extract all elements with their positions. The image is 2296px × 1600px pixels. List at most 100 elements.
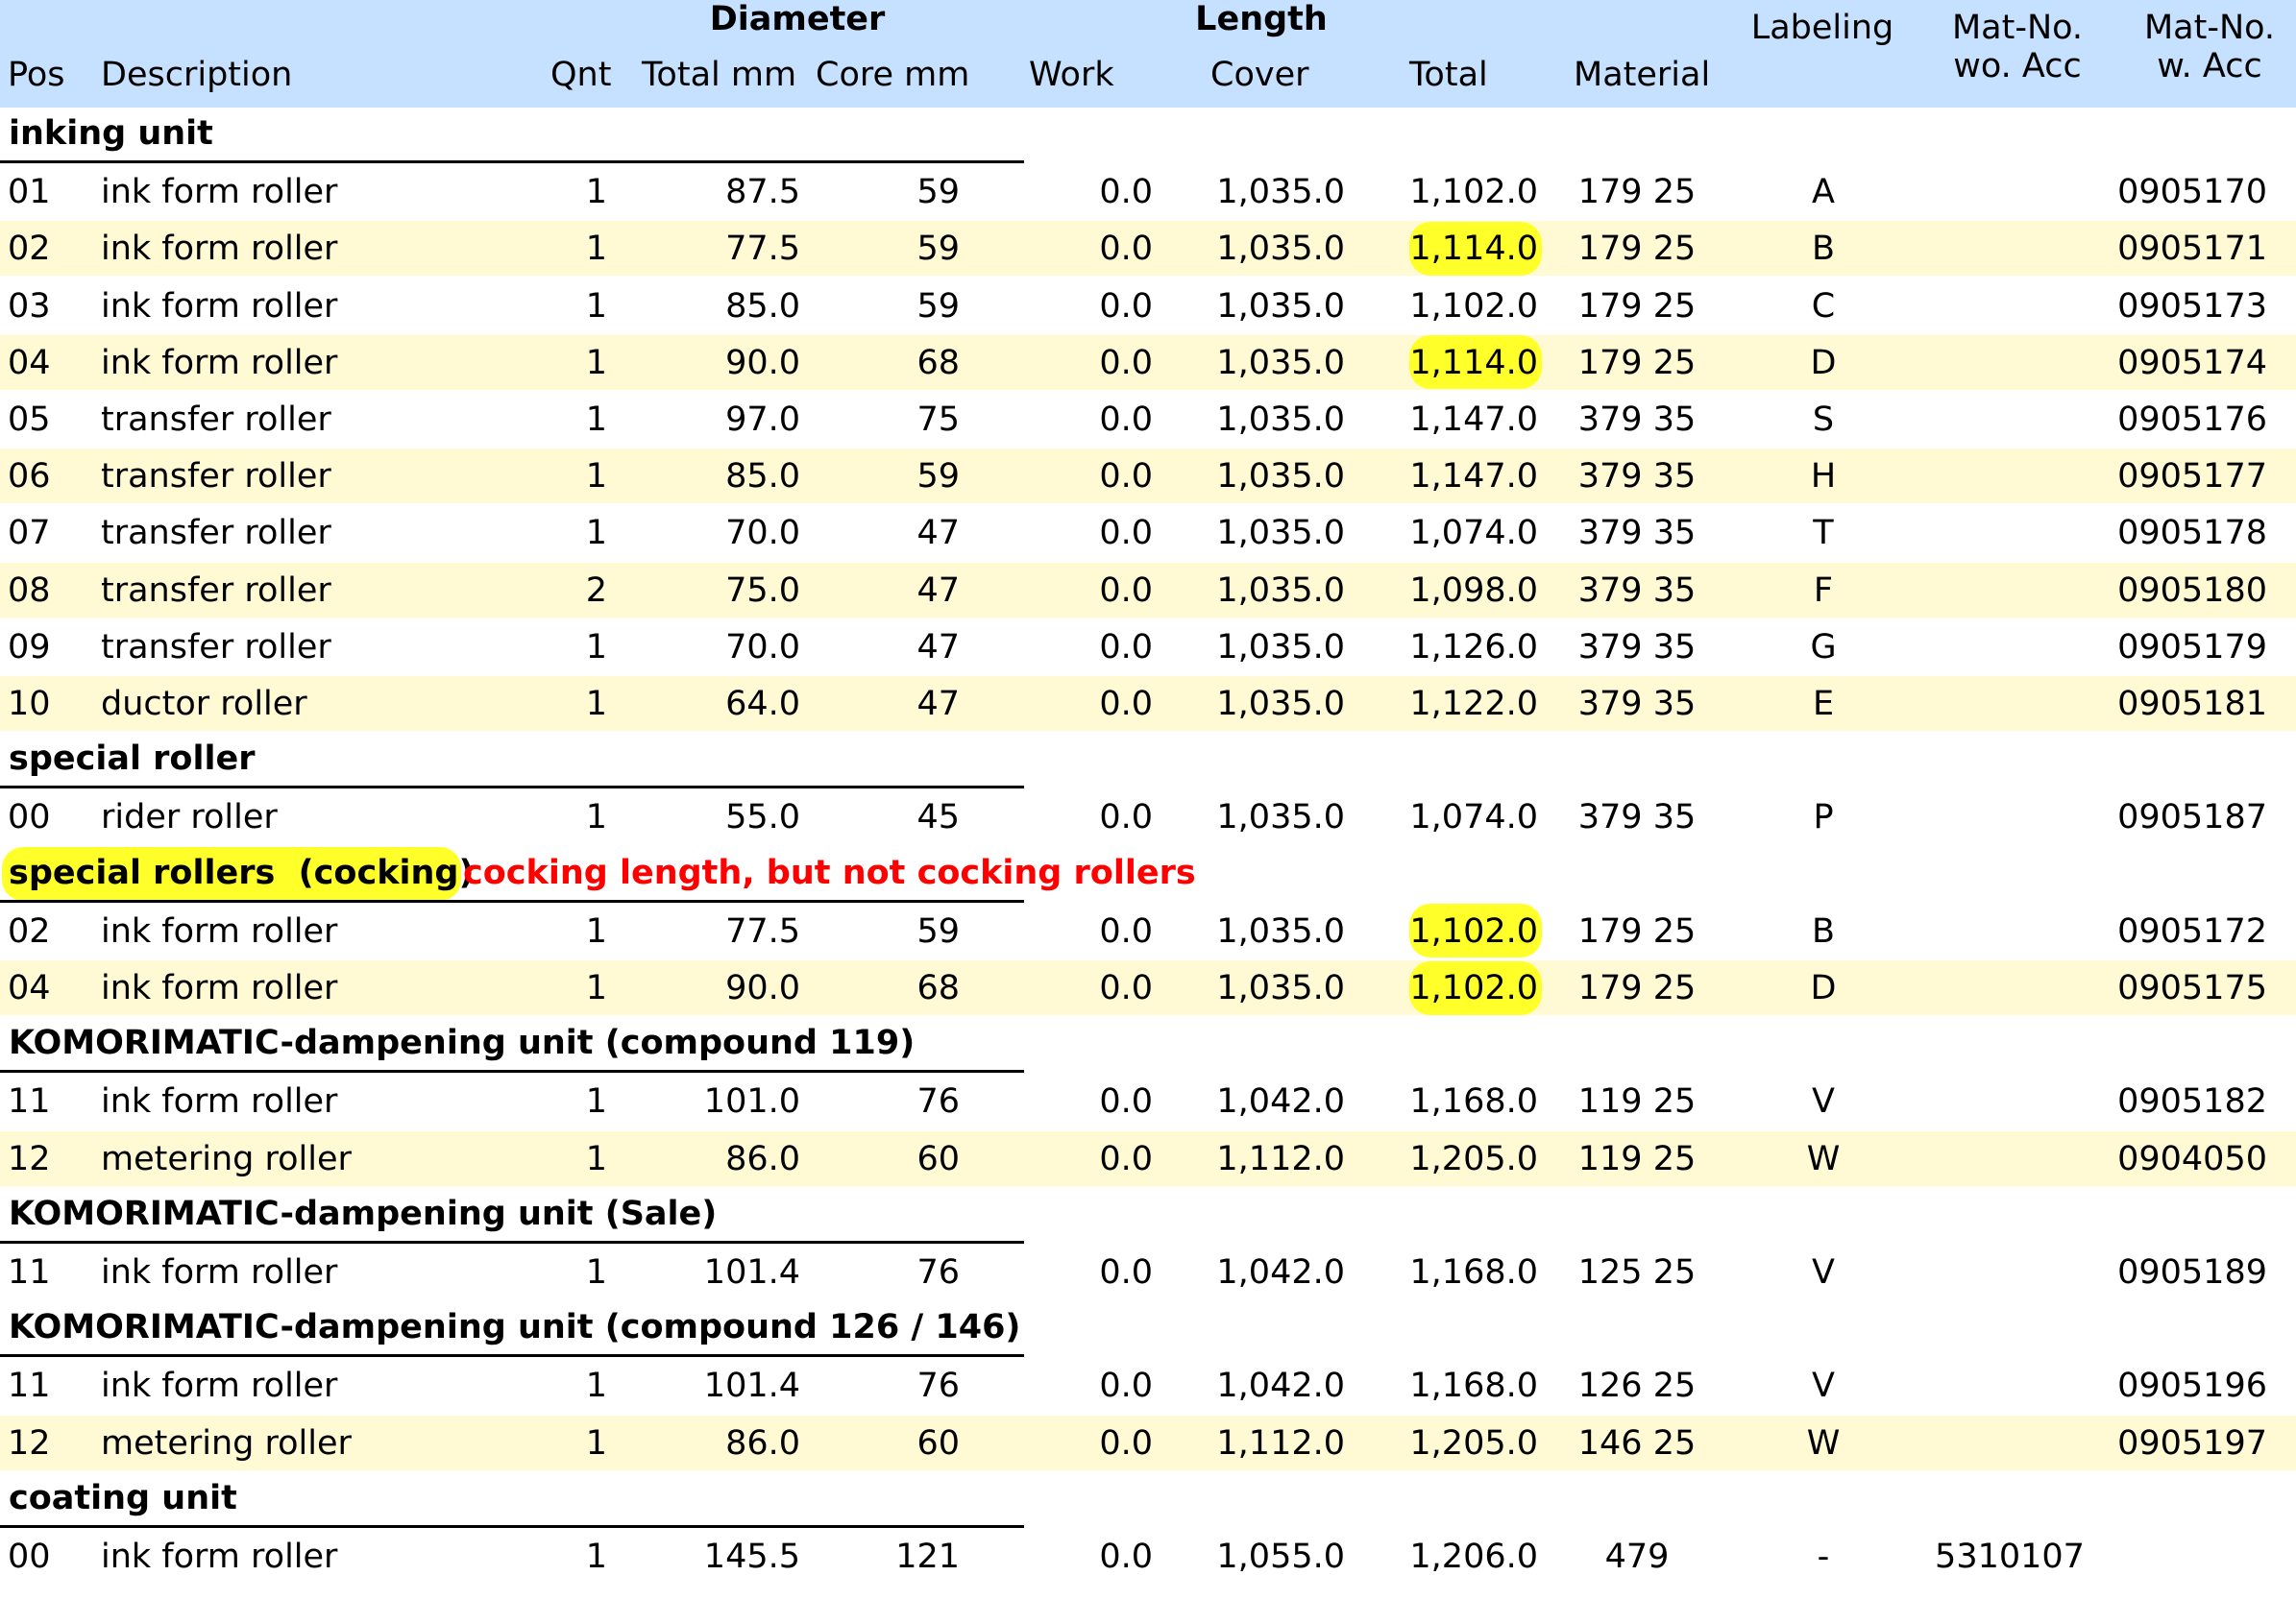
cell-matno-w-acc: 0905171 — [2117, 230, 2267, 269]
cell-material: 179 25 — [1577, 173, 1697, 212]
cell-description: ink form roller — [101, 969, 338, 1007]
cell-length-total: 1,147.0 — [1409, 457, 1538, 497]
cell-description: rider roller — [101, 798, 278, 837]
header-group-diameter: Diameter — [709, 0, 886, 38]
cell-matno-w-acc: 0905174 — [2117, 343, 2267, 382]
cell-pos: 06 — [8, 457, 51, 497]
section-divider — [0, 160, 1024, 164]
cell-labeling: V — [1812, 1367, 1835, 1406]
cell-pos: 04 — [8, 343, 51, 382]
cell-diameter-core: 47 — [916, 514, 960, 553]
cell-labeling: S — [1812, 400, 1835, 439]
cell-labeling: D — [1810, 343, 1837, 382]
cell-diameter-total: 86.0 — [725, 1139, 800, 1178]
cell-labeling: A — [1812, 173, 1835, 212]
cell-qnt: 1 — [585, 1253, 607, 1292]
cell-description: ink form roller — [101, 230, 338, 269]
cell-qnt: 1 — [585, 514, 607, 553]
cell-length-cover: 1,055.0 — [1216, 1538, 1345, 1576]
cell-material: 479 — [1604, 1538, 1670, 1576]
cell-length-work: 0.0 — [1099, 969, 1153, 1007]
cell-description: ductor roller — [101, 685, 307, 723]
section-title: KOMORIMATIC-dampening unit (compound 126… — [9, 1308, 1021, 1347]
roller-spec-sheet: Diameter Length Pos Description Qnt Tota… — [0, 0, 2296, 1600]
cell-description: ink form roller — [101, 1538, 338, 1576]
cell-material: 179 25 — [1577, 343, 1697, 382]
cell-labeling: C — [1811, 286, 1836, 326]
cell-description: metering roller — [101, 1423, 352, 1463]
cell-diameter-core: 59 — [916, 457, 960, 497]
cell-length-total: 1,205.0 — [1409, 1139, 1538, 1178]
cell-material: 179 25 — [1577, 230, 1697, 269]
header-length-total: Total — [1409, 56, 1488, 94]
cell-pos: 05 — [8, 400, 51, 439]
cell-length-cover: 1,035.0 — [1216, 457, 1345, 497]
header-matno-w-line2: w. Acc — [2157, 47, 2262, 85]
cell-diameter-total: 77.5 — [725, 911, 800, 951]
cell-length-total: 1,114.0 — [1409, 343, 1538, 382]
cell-diameter-total: 85.0 — [725, 457, 800, 497]
header-group-length: Length — [1195, 0, 1328, 38]
section-note: cocking length, but not cocking rollers — [463, 853, 1196, 892]
cell-matno-w-acc: 0905182 — [2117, 1082, 2267, 1122]
cell-matno-wo-acc: 5310107 — [1935, 1538, 2085, 1576]
cell-diameter-total: 101.0 — [703, 1082, 800, 1122]
cell-length-work: 0.0 — [1099, 400, 1153, 439]
cell-labeling: H — [1810, 457, 1837, 497]
cell-diameter-total: 75.0 — [725, 570, 800, 610]
cell-matno-w-acc: 0905176 — [2117, 400, 2267, 439]
cell-material: 379 35 — [1577, 457, 1697, 497]
cell-diameter-core: 59 — [916, 911, 960, 951]
cell-material: 379 35 — [1577, 570, 1697, 610]
cell-length-cover: 1,112.0 — [1216, 1139, 1345, 1178]
section-title: inking unit — [9, 114, 213, 153]
cell-length-cover: 1,035.0 — [1216, 798, 1345, 837]
cell-labeling: W — [1806, 1139, 1841, 1178]
cell-labeling: V — [1812, 1082, 1835, 1122]
header-qnt: Qnt — [550, 56, 612, 94]
cell-pos: 10 — [8, 685, 51, 723]
cell-matno-w-acc: 0905187 — [2117, 798, 2267, 837]
cell-qnt: 1 — [585, 1082, 607, 1122]
cell-diameter-core: 68 — [916, 969, 960, 1007]
header-description: Description — [101, 56, 293, 94]
cell-qnt: 1 — [585, 1367, 607, 1406]
header-length-cover: Cover — [1210, 56, 1309, 94]
cell-description: ink form roller — [101, 1253, 338, 1292]
cell-pos: 01 — [8, 173, 51, 212]
cell-labeling: G — [1810, 627, 1837, 667]
cell-diameter-core: 47 — [916, 685, 960, 723]
cell-matno-w-acc: 0905170 — [2117, 173, 2267, 212]
cell-matno-w-acc: 0905179 — [2117, 627, 2267, 667]
section-title: special rollers (cocking) — [9, 853, 475, 892]
cell-pos: 12 — [8, 1139, 51, 1178]
cell-labeling: E — [1812, 685, 1835, 723]
cell-diameter-core: 60 — [916, 1423, 960, 1463]
cell-labeling: F — [1813, 570, 1834, 610]
cell-length-total: 1,168.0 — [1409, 1253, 1538, 1292]
cell-length-work: 0.0 — [1099, 1367, 1153, 1406]
cell-length-work: 0.0 — [1099, 1253, 1153, 1292]
header-matno-w-line1: Mat-No. — [2143, 9, 2276, 47]
cell-length-cover: 1,035.0 — [1216, 343, 1345, 382]
cell-diameter-core: 47 — [916, 627, 960, 667]
cell-length-work: 0.0 — [1099, 685, 1153, 723]
cell-qnt: 1 — [585, 286, 607, 326]
cell-diameter-core: 60 — [916, 1139, 960, 1178]
cell-description: transfer roller — [101, 570, 331, 610]
section-divider — [0, 1241, 1024, 1244]
cell-length-total: 1,102.0 — [1409, 286, 1538, 326]
cell-material: 379 35 — [1577, 798, 1697, 837]
cell-description: transfer roller — [101, 627, 331, 667]
cell-diameter-total: 64.0 — [725, 685, 800, 723]
cell-matno-w-acc: 0905178 — [2117, 514, 2267, 553]
cell-length-total: 1,114.0 — [1409, 230, 1538, 269]
cell-labeling: P — [1813, 798, 1834, 837]
cell-length-total: 1,206.0 — [1409, 1538, 1538, 1576]
cell-material: 126 25 — [1577, 1367, 1697, 1406]
cell-description: ink form roller — [101, 1082, 338, 1122]
cell-matno-w-acc: 0905189 — [2117, 1253, 2267, 1292]
header-material: Material — [1574, 56, 1711, 94]
cell-material: 146 25 — [1577, 1423, 1697, 1463]
cell-length-work: 0.0 — [1099, 627, 1153, 667]
